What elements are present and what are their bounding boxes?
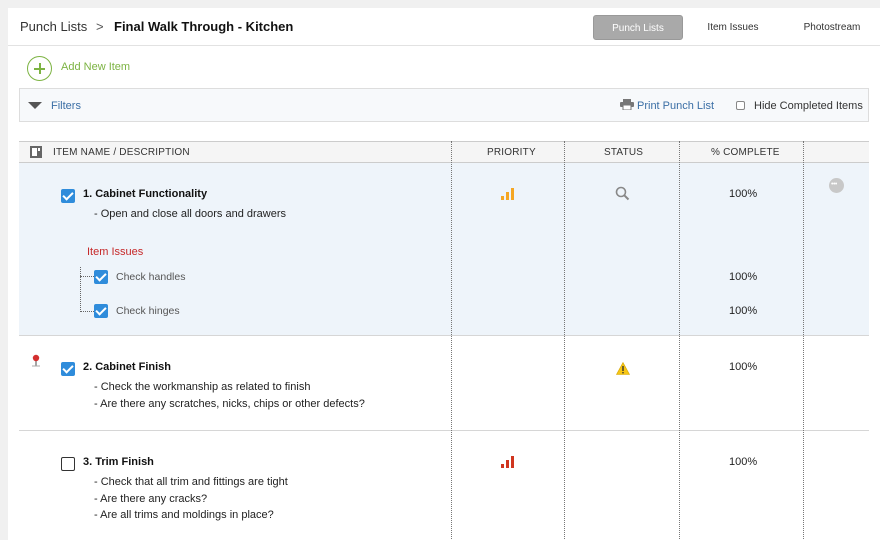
hide-completed-checkbox[interactable] <box>736 101 745 110</box>
column-divider <box>564 141 565 540</box>
table-row[interactable]: 1. Cabinet Functionality - Open and clos… <box>19 163 869 336</box>
filters-toggle[interactable]: Filters <box>51 100 81 112</box>
item-description: - Check that all trim and fittings are t… <box>94 476 288 488</box>
table-row[interactable]: 3. Trim Finish - Check that all trim and… <box>19 431 869 540</box>
warning-icon[interactable] <box>616 362 630 375</box>
priority-medium-icon <box>501 188 514 200</box>
caret-down-icon[interactable] <box>28 102 42 109</box>
print-punch-list-link[interactable]: Print Punch List <box>637 100 714 112</box>
item-description: - Check the workmanship as related to fi… <box>94 381 311 393</box>
item-title: 1. Cabinet Functionality <box>83 188 208 200</box>
map-pin-icon[interactable] <box>31 354 41 367</box>
page: Punch Lists > Final Walk Through - Kitch… <box>8 8 880 540</box>
priority-high-icon <box>501 456 514 468</box>
issue-checkbox[interactable] <box>94 270 108 284</box>
item-issues-heading: Item Issues <box>87 246 144 258</box>
table-header: ITEM NAME / DESCRIPTION PRIORITY STATUS … <box>19 141 869 163</box>
filter-bar: Filters Print Punch List Hide Completed … <box>19 88 869 122</box>
item-type-icon <box>30 146 42 158</box>
item-title: 3. Trim Finish <box>83 456 154 468</box>
tab-punch-lists[interactable]: Punch Lists <box>593 15 683 40</box>
tree-connector <box>80 311 94 312</box>
item-description: - Open and close all doors and drawers <box>94 208 286 220</box>
header: Punch Lists > Final Walk Through - Kitch… <box>8 8 880 46</box>
column-header-priority[interactable]: PRIORITY <box>487 147 536 158</box>
column-divider <box>679 141 680 540</box>
page-title: Final Walk Through - Kitchen <box>114 19 294 34</box>
column-divider <box>451 141 452 540</box>
issue-percent-complete: 100% <box>729 271 758 283</box>
breadcrumb-separator: > <box>96 19 104 34</box>
tab-photostream[interactable]: Photostream <box>796 15 868 40</box>
issue-label: Check handles <box>116 271 186 283</box>
breadcrumb-root-link[interactable]: Punch Lists <box>20 19 87 34</box>
percent-complete: 100% <box>729 361 758 373</box>
column-header-percent-complete[interactable]: % COMPLETE <box>711 147 780 158</box>
item-description: - Are there any scratches, nicks, chips … <box>94 398 365 410</box>
item-description: - Are all trims and moldings in place? <box>94 509 274 521</box>
search-icon[interactable] <box>615 186 630 201</box>
column-divider <box>803 141 804 540</box>
column-header-status[interactable]: STATUS <box>604 147 643 158</box>
add-new-item-button[interactable]: Add New Item <box>61 61 130 73</box>
issue-checkbox[interactable] <box>94 304 108 318</box>
item-title: 2. Cabinet Finish <box>83 361 172 373</box>
printer-icon[interactable] <box>620 99 634 110</box>
plus-circle-icon[interactable] <box>27 56 52 81</box>
percent-complete: 100% <box>729 188 758 200</box>
tree-connector <box>80 276 94 277</box>
issue-percent-complete: 100% <box>729 305 758 317</box>
more-options-icon[interactable] <box>829 177 844 193</box>
table-row[interactable]: 2. Cabinet Finish - Check the workmanshi… <box>19 336 869 431</box>
issue-label: Check hinges <box>116 305 180 317</box>
item-checkbox[interactable] <box>61 362 75 376</box>
tree-connector <box>80 267 81 312</box>
item-description: - Are there any cracks? <box>94 493 208 505</box>
item-checkbox[interactable] <box>61 189 75 203</box>
item-checkbox[interactable] <box>61 457 75 471</box>
hide-completed-label: Hide Completed Items <box>754 100 863 112</box>
column-header-item-name[interactable]: ITEM NAME / DESCRIPTION <box>53 147 190 158</box>
percent-complete: 100% <box>729 456 758 468</box>
tab-item-issues[interactable]: Item Issues <box>697 15 769 40</box>
